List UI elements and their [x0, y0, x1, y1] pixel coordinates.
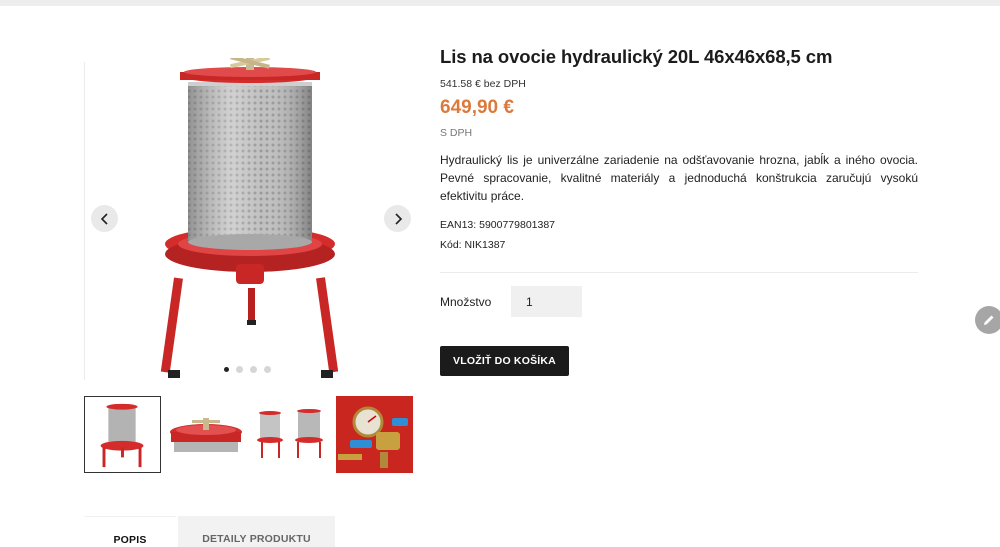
thumbnail-press-lid[interactable]: [168, 396, 245, 473]
gallery-dots: [224, 366, 271, 373]
pencil-icon: [984, 315, 994, 325]
chevron-left-icon: [100, 212, 108, 225]
vat-note: S DPH: [440, 127, 473, 139]
product-title: Lis na ovocie hydraulický 20L 46x46x68,5…: [440, 46, 833, 67]
gallery-next-button[interactable]: [384, 205, 411, 232]
quantity-label: Množstvo: [440, 294, 492, 309]
product-code: Kód: NIK1387: [440, 239, 506, 251]
quantity-input[interactable]: [511, 286, 582, 317]
gallery-dot[interactable]: [224, 367, 229, 372]
tab-detaily-produktu[interactable]: DETAILY PRODUKTU: [178, 516, 335, 547]
gallery-dot[interactable]: [250, 366, 257, 373]
product-meta: EAN13: 5900779801387 Kód: NIK1387: [440, 215, 918, 255]
edit-button[interactable]: [975, 306, 1000, 334]
product-tabs: POPIS DETAILY PRODUKTU: [84, 516, 335, 547]
thumbnail-strip: [84, 396, 414, 474]
top-bar: [0, 0, 1000, 6]
price-without-vat: 541.58 € bez DPH: [440, 78, 526, 90]
product-description: Hydraulický lis je univerzálne zariadeni…: [440, 153, 918, 203]
product-image: [160, 58, 339, 378]
add-to-cart-button[interactable]: VLOŽIŤ DO KOŠÍKA: [440, 346, 569, 376]
quantity-row: Množstvo: [440, 286, 582, 317]
section-divider: [440, 272, 918, 273]
thumbnail-pressure-gauge[interactable]: [336, 396, 413, 473]
tab-popis[interactable]: POPIS: [84, 516, 176, 547]
product-gallery: [84, 58, 414, 388]
thumbnail-press-set[interactable]: [252, 396, 329, 473]
gallery-dot[interactable]: [264, 366, 271, 373]
product-info: Lis na ovocie hydraulický 20L 46x46x68,5…: [440, 44, 918, 273]
chevron-right-icon: [394, 212, 402, 225]
gallery-dot[interactable]: [236, 366, 243, 373]
gallery-prev-button[interactable]: [91, 205, 118, 232]
product-price: 649,90 €: [440, 97, 514, 118]
ean-code: EAN13: 5900779801387: [440, 219, 556, 231]
thumbnail-press-front[interactable]: [84, 396, 161, 473]
